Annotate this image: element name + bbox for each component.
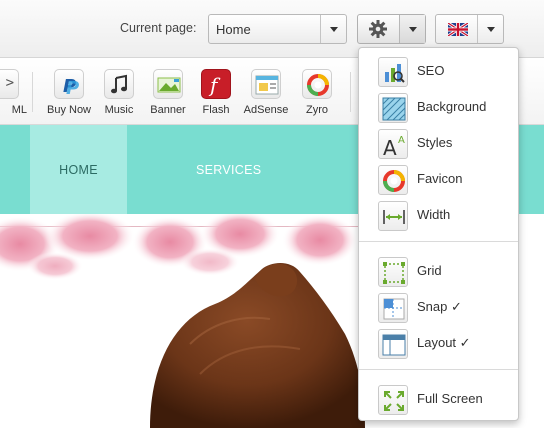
menu-item-background[interactable]: Background	[359, 88, 518, 124]
menu-item-label: SEO	[417, 63, 445, 78]
fullscreen-icon	[378, 385, 408, 415]
menu-item-snap[interactable]: Snap ✓	[359, 288, 518, 324]
svg-text:f: f	[208, 73, 221, 97]
tool-buy-now[interactable]: PP Buy Now	[43, 69, 95, 116]
background-pattern-icon	[378, 93, 408, 123]
layout-icon	[378, 329, 408, 359]
tool-label: Zyro	[306, 104, 328, 116]
chevron-down-icon	[408, 27, 417, 32]
menu-item-label: Grid	[417, 263, 442, 278]
svg-text:P: P	[66, 78, 79, 99]
adsense-icon	[251, 69, 281, 99]
toolbar-divider	[350, 72, 351, 112]
tool-music[interactable]: Music	[93, 69, 145, 116]
nav-item-home[interactable]: HOME	[30, 125, 127, 214]
paypal-icon: PP	[54, 69, 84, 99]
chevron-down-icon	[486, 27, 495, 32]
flash-icon: f	[201, 69, 231, 99]
menu-item-layout[interactable]: Layout ✓	[359, 324, 518, 360]
html-icon: >	[0, 69, 19, 99]
uk-flag-icon	[448, 23, 468, 36]
font-styles-icon: AA	[378, 129, 408, 159]
tool-label: AdSense	[243, 104, 289, 116]
current-page-value: Home	[216, 22, 251, 37]
tool-label: Banner	[150, 104, 186, 116]
menu-item-favicon[interactable]: Favicon	[359, 160, 518, 196]
tool-adsense[interactable]: AdSense	[240, 69, 292, 116]
menu-item-grid[interactable]: Grid	[359, 252, 518, 288]
menu-item-full-screen[interactable]: Full Screen	[359, 380, 518, 416]
language-button[interactable]	[435, 14, 504, 44]
gear-icon	[369, 20, 387, 38]
tool-banner[interactable]: Banner	[142, 69, 194, 116]
tool-html[interactable]: > ML	[0, 69, 30, 116]
nav-item-services[interactable]: SERVICES	[196, 163, 261, 177]
page-select-arrow[interactable]	[320, 15, 346, 43]
svg-text:A: A	[398, 135, 405, 146]
grid-icon	[378, 257, 408, 287]
music-note-icon	[104, 69, 134, 99]
zyro-icon	[302, 69, 332, 99]
menu-item-label: Layout ✓	[417, 335, 471, 350]
menu-item-label: Background	[417, 99, 487, 114]
menu-divider	[359, 241, 518, 242]
tool-zyro[interactable]: Zyro	[291, 69, 343, 116]
snap-icon	[378, 293, 408, 323]
current-page-label: Current page:	[120, 21, 197, 35]
tool-label: Buy Now	[46, 104, 92, 116]
menu-item-seo[interactable]: SEO	[359, 52, 518, 88]
menu-divider	[359, 369, 518, 370]
seo-chart-icon	[378, 57, 408, 87]
nav-item-label: HOME	[59, 163, 98, 177]
width-arrows-icon	[378, 201, 408, 231]
tool-label: Flash	[202, 104, 230, 116]
tool-label: ML	[11, 104, 27, 116]
html-icon-glyph: >	[5, 75, 14, 91]
menu-item-label: Styles	[417, 135, 453, 150]
tool-label: Music	[104, 104, 134, 116]
toolbar-divider	[32, 72, 33, 112]
tool-flash[interactable]: f Flash	[190, 69, 242, 116]
menu-item-label: Favicon	[417, 171, 463, 186]
menu-item-label: Full Screen	[417, 391, 483, 406]
svg-text:A: A	[383, 136, 397, 159]
chevron-down-icon	[329, 27, 338, 32]
settings-button[interactable]	[357, 14, 426, 44]
current-page-select[interactable]: Home	[208, 14, 347, 44]
menu-item-styles[interactable]: AA Styles	[359, 124, 518, 160]
favicon-icon	[378, 165, 408, 195]
menu-item-label: Snap ✓	[417, 299, 462, 314]
menu-item-label: Width	[417, 207, 451, 222]
language-dropdown-toggle[interactable]	[477, 15, 503, 43]
settings-dropdown-toggle[interactable]	[399, 15, 425, 43]
banner-icon	[153, 69, 183, 99]
menu-item-width[interactable]: Width	[359, 196, 518, 232]
settings-menu: SEO Background AA Styles Favicon Width G…	[358, 47, 519, 421]
